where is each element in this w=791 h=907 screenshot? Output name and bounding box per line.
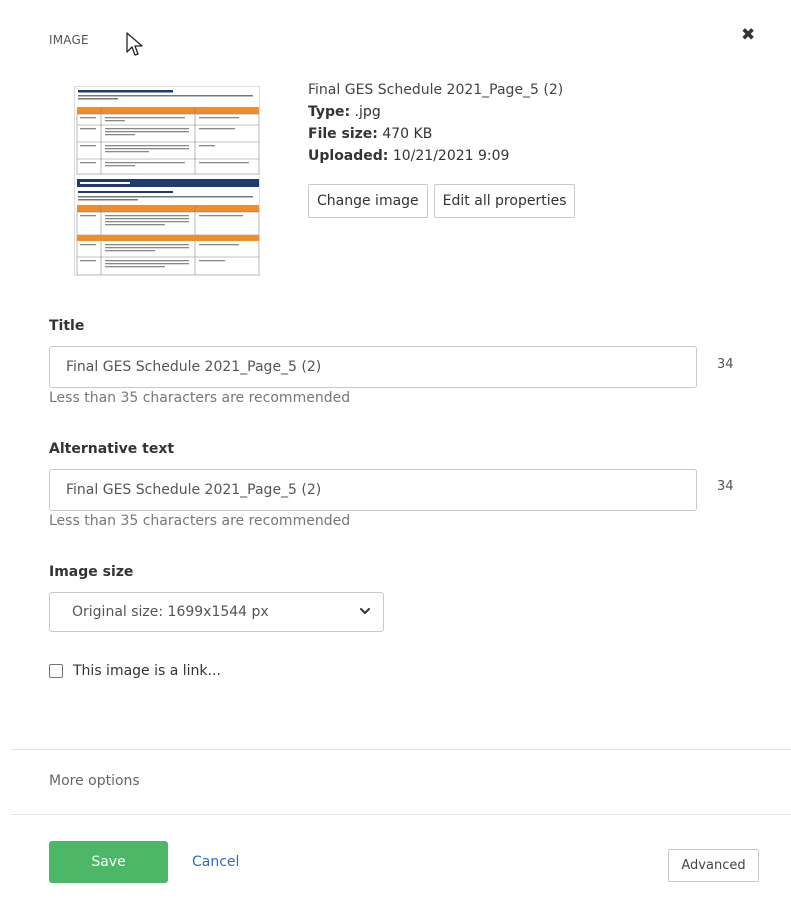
- alt-text-label: Alternative text: [49, 441, 175, 457]
- image-size-selected: Original size: 1699x1544 px: [72, 604, 269, 620]
- image-info: Final GES Schedule 2021_Page_5 (2) Type:…: [308, 79, 563, 167]
- image-size-value: 470 KB: [382, 126, 433, 142]
- divider-top: [11, 749, 791, 750]
- chevron-down-icon: [360, 608, 370, 614]
- image-size: File size: 470 KB: [308, 123, 563, 145]
- cancel-link[interactable]: Cancel: [192, 854, 239, 870]
- divider-bottom: [11, 814, 791, 815]
- save-button[interactable]: Save: [49, 841, 168, 883]
- image-size-label: File size:: [308, 126, 378, 142]
- image-uploaded-value: 10/21/2021 9:09: [392, 148, 510, 164]
- advanced-button[interactable]: Advanced: [668, 849, 759, 882]
- image-size-select[interactable]: Original size: 1699x1544 px: [49, 592, 384, 632]
- close-icon[interactable]: ✖: [741, 25, 755, 45]
- image-type: Type: .jpg: [308, 101, 563, 123]
- image-file-name: Final GES Schedule 2021_Page_5 (2): [308, 82, 564, 98]
- cursor-arrow-icon: [126, 32, 143, 56]
- image-link-option[interactable]: This image is a link...: [49, 663, 221, 679]
- edit-all-properties-button[interactable]: Edit all properties: [433, 184, 576, 218]
- title-char-count: 34: [717, 357, 734, 372]
- alt-text-hint: Less than 35 characters are recommended: [49, 513, 351, 529]
- image-size-label: Image size: [49, 564, 134, 580]
- change-image-button[interactable]: Change image: [308, 184, 428, 218]
- image-uploaded: Uploaded: 10/21/2021 9:09: [308, 145, 563, 167]
- image-type-label: Type:: [308, 104, 351, 120]
- title-hint: Less than 35 characters are recommended: [49, 390, 351, 406]
- alt-text-char-count: 34: [717, 479, 734, 494]
- title-input[interactable]: [49, 346, 697, 388]
- image-type-value: .jpg: [354, 104, 381, 120]
- image-uploaded-label: Uploaded:: [308, 148, 389, 164]
- image-thumbnail: [74, 86, 260, 276]
- dialog-header-label: IMAGE: [49, 33, 89, 47]
- title-label: Title: [49, 318, 85, 334]
- image-link-label[interactable]: This image is a link...: [73, 663, 221, 679]
- more-options-toggle[interactable]: More options: [49, 773, 140, 789]
- checkbox-icon[interactable]: [49, 664, 63, 678]
- alt-text-input[interactable]: [49, 469, 697, 511]
- image-actions: Change image Edit all properties: [308, 184, 576, 218]
